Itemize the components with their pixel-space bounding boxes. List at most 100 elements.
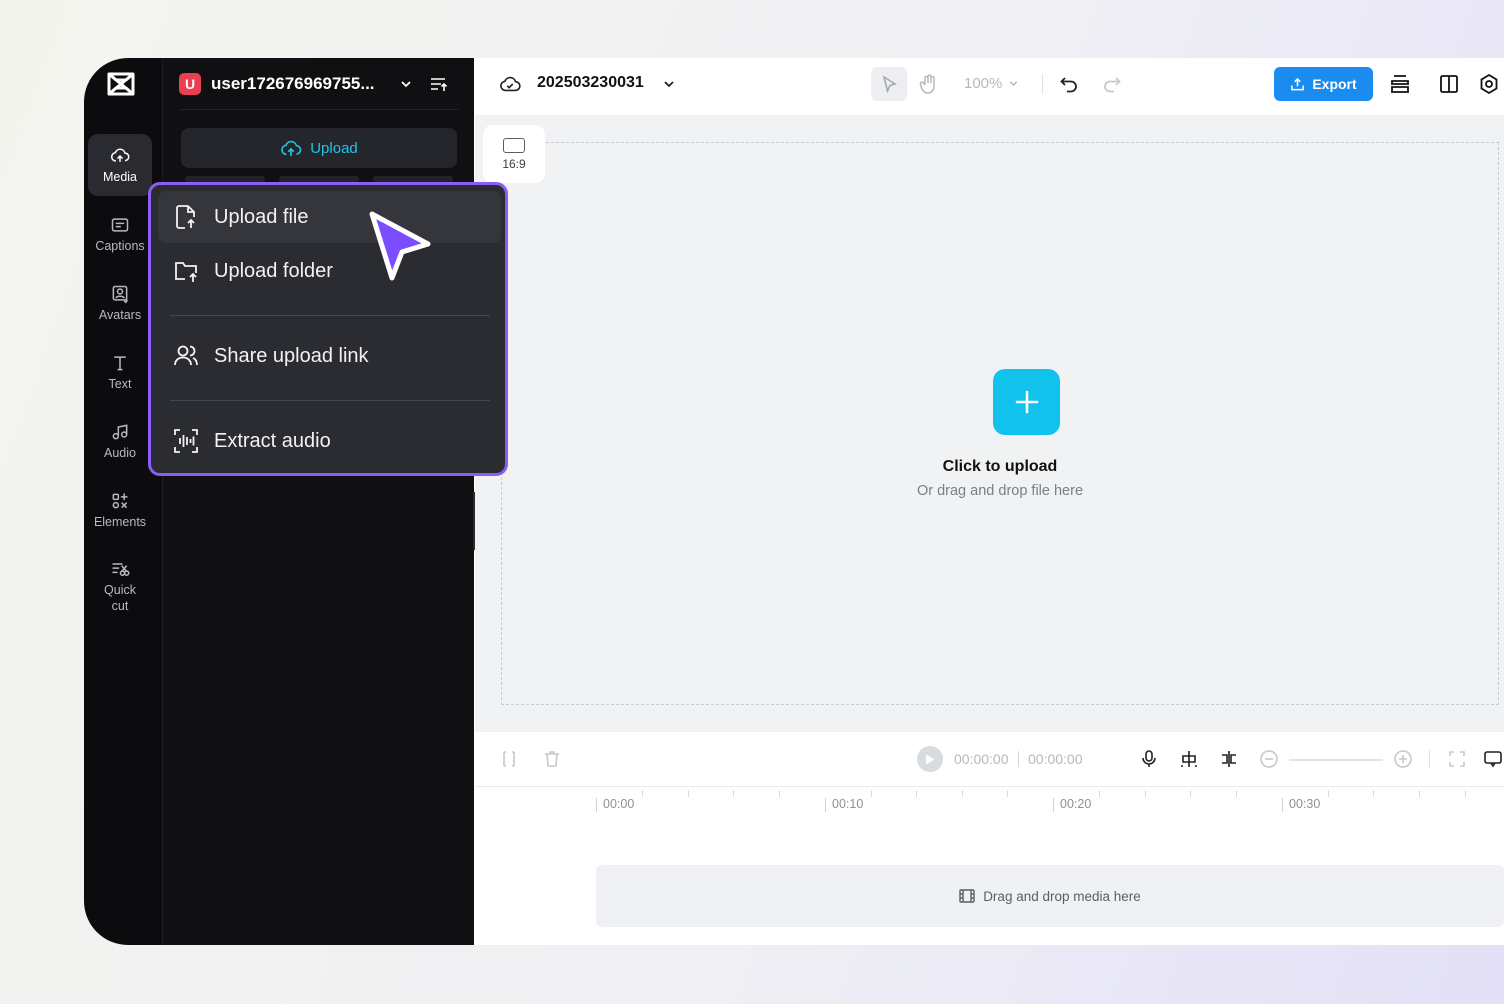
total-time: 00:00:00 <box>1028 751 1083 767</box>
rail-item-captions[interactable]: Captions <box>88 203 152 265</box>
click-to-upload-label[interactable]: Click to upload <box>502 458 1498 476</box>
settings-icon[interactable] <box>1478 73 1500 95</box>
zoom-value: 100% <box>964 75 1003 92</box>
auto-snap-icon[interactable] <box>1179 749 1199 769</box>
ruler-label: 00:20 <box>1053 798 1091 812</box>
zoom-select[interactable]: 100% <box>964 75 1019 92</box>
ruler-tick <box>1099 790 1100 797</box>
upload-file-icon <box>176 205 195 229</box>
timeline-toolbar: 00:00:00 00:00:00 <box>475 732 1504 787</box>
toolbar-divider <box>1042 74 1043 94</box>
ruler-tick <box>1373 790 1374 797</box>
layers-icon[interactable] <box>1389 73 1411 95</box>
rail-item-label: Media <box>102 169 138 184</box>
ruler-tick <box>1145 790 1146 797</box>
avatar[interactable]: U <box>179 72 201 95</box>
upload-button[interactable]: Upload <box>181 128 457 168</box>
rail-item-label: Quick <box>104 582 136 597</box>
rail-item-label: Avatars <box>98 307 142 322</box>
link-clips-icon[interactable] <box>1219 749 1239 769</box>
aspect-ratio-icon <box>503 137 525 153</box>
export-button[interactable]: Export <box>1274 67 1373 101</box>
time-divider <box>1018 751 1019 767</box>
captions-icon <box>111 217 129 232</box>
chevron-down-icon[interactable] <box>662 77 676 91</box>
ruler-label: 00:00 <box>596 798 634 812</box>
cloud-upload-icon <box>110 148 130 162</box>
rail-item-avatars[interactable]: Avatars <box>88 272 152 334</box>
rail-item-label: Captions <box>95 238 145 253</box>
sort-icon[interactable] <box>429 74 449 94</box>
canvas-area: Click to upload Or drag and drop file he… <box>475 115 1504 732</box>
rail-item-label: Audio <box>104 445 136 460</box>
zoom-out-icon[interactable] <box>1259 749 1279 769</box>
zoom-slider[interactable] <box>1289 759 1383 761</box>
media-track-hint: Drag and drop media here <box>983 888 1141 904</box>
ruler-tick <box>1419 790 1420 797</box>
aspect-ratio-button[interactable]: 16:9 <box>483 125 545 183</box>
menu-item-label: Upload file <box>214 205 309 228</box>
user-name[interactable]: user172676969755... <box>211 74 387 94</box>
menu-item-label: Upload folder <box>214 259 333 282</box>
cloud-sync-icon <box>500 76 521 92</box>
mouse-pointer-icon <box>369 211 431 281</box>
avatar-icon <box>112 285 129 304</box>
rail-item-audio[interactable]: Audio <box>88 410 152 472</box>
upload-folder-icon <box>175 262 197 282</box>
redo-icon[interactable] <box>1102 74 1122 94</box>
rail-item-media[interactable]: Media <box>88 134 152 196</box>
ruler-tick <box>733 790 734 797</box>
aspect-ratio-label: 16:9 <box>502 156 526 171</box>
menu-divider <box>170 315 490 316</box>
split-icon[interactable] <box>499 749 519 769</box>
menu-item-label: Extract audio <box>214 429 331 452</box>
rail-item-label: Elements <box>93 514 147 529</box>
rail-item-quick-cut[interactable]: Quick cut <box>88 550 152 622</box>
ruler-tick <box>1007 790 1008 797</box>
play-button[interactable] <box>917 746 943 772</box>
upload-button-label: Upload <box>310 139 358 157</box>
rail-item-text[interactable]: Text <box>88 341 152 403</box>
menu-divider <box>170 400 490 401</box>
select-tool-button[interactable] <box>871 67 907 101</box>
users-icon <box>174 345 198 366</box>
menu-item-upload-file[interactable]: Upload file <box>158 191 501 243</box>
fit-screen-icon[interactable] <box>1447 749 1467 769</box>
capcut-logo-icon[interactable] <box>106 70 136 98</box>
film-icon <box>959 889 975 903</box>
ruler-tick <box>1236 790 1237 797</box>
upload-dropdown-menu: Upload file Upload folder Share upload l… <box>148 182 508 476</box>
menu-item-share-upload-link[interactable]: Share upload link <box>158 330 501 382</box>
rail-item-elements[interactable]: Elements <box>88 479 152 541</box>
add-media-button[interactable] <box>993 369 1060 435</box>
rail-item-label-line2: cut <box>111 598 129 613</box>
ruler-tick <box>1328 790 1329 797</box>
hand-icon[interactable] <box>918 73 940 95</box>
timeline-ruler[interactable]: 00:00 00:10 00:20 00:30 <box>475 787 1504 847</box>
timeline-divider <box>1429 750 1430 768</box>
chevron-down-icon[interactable] <box>399 77 413 91</box>
project-name[interactable]: 202503230031 <box>537 74 644 92</box>
menu-item-label: Share upload link <box>214 344 369 367</box>
ruler-tick <box>962 790 963 797</box>
text-icon <box>114 355 126 370</box>
plus-icon <box>1015 390 1038 414</box>
comment-icon[interactable] <box>1483 749 1503 769</box>
trash-icon[interactable] <box>542 749 562 769</box>
ruler-tick <box>779 790 780 797</box>
ruler-tick <box>642 790 643 797</box>
play-icon <box>926 754 935 764</box>
media-track-dropzone[interactable]: Drag and drop media here <box>596 865 1504 927</box>
zoom-in-icon[interactable] <box>1393 749 1413 769</box>
pointer-icon <box>882 75 897 93</box>
panel-layout-icon[interactable] <box>1438 73 1460 95</box>
panel-header: U user172676969755... <box>179 58 458 110</box>
upload-dropzone[interactable]: Click to upload Or drag and drop file he… <box>501 142 1499 705</box>
microphone-icon[interactable] <box>1139 749 1159 769</box>
rail-item-label: Text <box>108 376 132 391</box>
menu-item-extract-audio[interactable]: Extract audio <box>158 415 501 467</box>
undo-icon[interactable] <box>1059 74 1079 94</box>
cloud-upload-icon <box>281 140 302 157</box>
quick-cut-icon <box>112 562 130 576</box>
menu-item-upload-folder[interactable]: Upload folder <box>158 245 501 297</box>
